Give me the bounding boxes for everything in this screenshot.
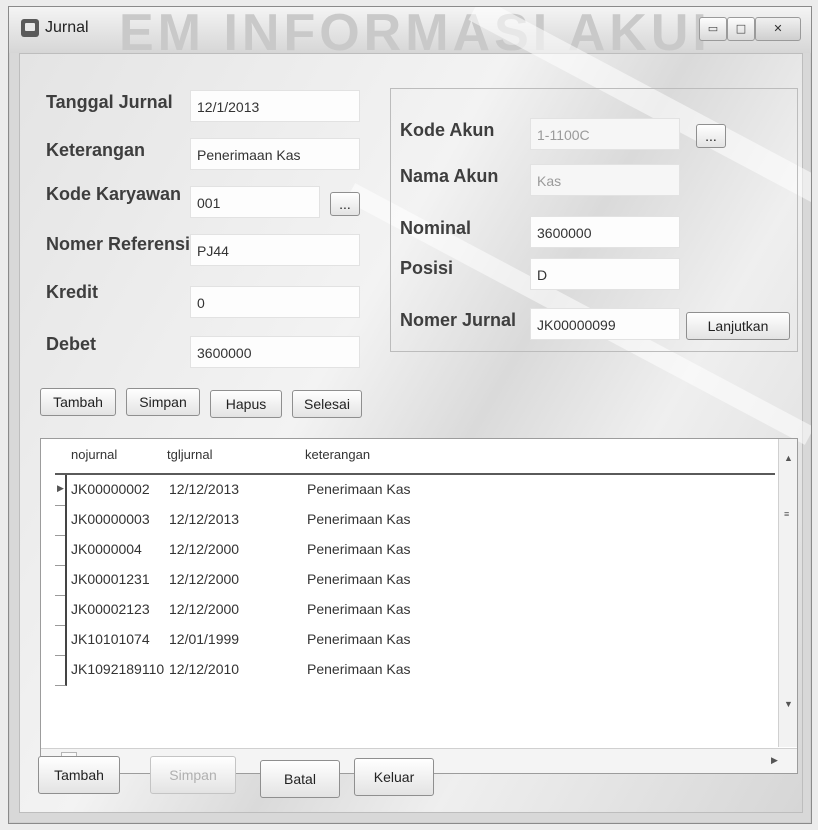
cell-tgljurnal[interactable]: 12/12/2000 <box>169 601 239 617</box>
tambah-detail-button[interactable]: Tambah <box>40 388 116 416</box>
row-header[interactable] <box>55 535 67 566</box>
cell-tgljurnal[interactable]: 12/12/2000 <box>169 541 239 557</box>
cell-nojurnal[interactable]: JK10101074 <box>71 631 150 647</box>
table-row[interactable]: JK1092189110 12/12/2010 Penerimaan Kas <box>41 655 781 686</box>
cell-tgljurnal[interactable]: 12/12/2010 <box>169 661 239 677</box>
nama-akun-field[interactable]: Kas <box>530 164 680 196</box>
kode-karyawan-field[interactable]: 001 <box>190 186 320 218</box>
tanggal-jurnal-field[interactable]: 12/1/2013 <box>190 90 360 122</box>
batal-button[interactable]: Batal <box>260 760 340 798</box>
cell-keterangan[interactable]: Penerimaan Kas <box>307 541 411 557</box>
label-tanggal-jurnal: Tanggal Jurnal <box>46 92 173 112</box>
tambah-button[interactable]: Tambah <box>38 756 120 794</box>
nominal-field[interactable]: 3600000 <box>530 216 680 248</box>
title-bar[interactable]: EM INFORMASI AKUI Jurnal ▭ □ ✕ <box>9 7 811 62</box>
label-kredit: Kredit <box>46 282 99 302</box>
label-nomer-jurnal: Nomer Jurnal <box>400 310 517 330</box>
row-header[interactable] <box>55 565 67 596</box>
label-kode-akun: Kode Akun <box>400 120 495 140</box>
cell-nojurnal[interactable]: JK0000004 <box>71 541 142 557</box>
simpan-detail-button[interactable]: Simpan <box>126 388 200 416</box>
label-nama-akun: Nama Akun <box>400 166 499 186</box>
table-row[interactable]: ▶ JK00000002 12/12/2013 Penerimaan Kas <box>41 475 781 506</box>
kode-akun-field[interactable]: 1-1100C <box>530 118 680 150</box>
row-header[interactable] <box>55 625 67 656</box>
cell-keterangan[interactable]: Penerimaan Kas <box>307 601 411 617</box>
label-nominal: Nominal <box>400 218 472 238</box>
cell-nojurnal[interactable]: JK00002123 <box>71 601 150 617</box>
keterangan-field[interactable]: Penerimaan Kas <box>190 138 360 170</box>
debet-field[interactable]: 3600000 <box>190 336 360 368</box>
column-header-tgljurnal[interactable]: tgljurnal <box>167 447 213 462</box>
scroll-right-icon[interactable]: ▶ <box>771 755 778 766</box>
table-row[interactable]: JK0000004 12/12/2000 Penerimaan Kas <box>41 535 781 566</box>
row-header[interactable] <box>55 505 67 536</box>
cell-nojurnal[interactable]: JK00001231 <box>71 571 150 587</box>
column-header-keterangan[interactable]: keterangan <box>305 447 370 462</box>
jurnal-grid[interactable]: nojurnal tgljurnal keterangan ▶ JK000000… <box>40 438 798 774</box>
vertical-scrollbar[interactable]: ▲ ≡ ▼ <box>778 439 797 747</box>
cell-keterangan[interactable]: Penerimaan Kas <box>307 511 411 527</box>
kredit-field[interactable]: 0 <box>190 286 360 318</box>
row-header[interactable] <box>55 595 67 626</box>
keluar-button[interactable]: Keluar <box>354 758 434 796</box>
posisi-field[interactable]: D <box>530 258 680 290</box>
table-row[interactable]: JK00000003 12/12/2013 Penerimaan Kas <box>41 505 781 536</box>
close-button[interactable]: ✕ <box>755 17 801 41</box>
scroll-down-icon[interactable]: ▼ <box>784 699 793 709</box>
cell-tgljurnal[interactable]: 12/12/2013 <box>169 511 239 527</box>
row-header[interactable] <box>55 655 67 686</box>
row-header[interactable]: ▶ <box>55 475 67 506</box>
label-debet: Debet <box>46 334 97 354</box>
client-area: Tanggal Jurnal 12/1/2013 Keterangan Pene… <box>19 7 811 813</box>
cell-nojurnal[interactable]: JK1092189110 <box>71 661 164 677</box>
cell-keterangan[interactable]: Penerimaan Kas <box>307 661 411 677</box>
table-row[interactable]: JK10101074 12/01/1999 Penerimaan Kas <box>41 625 781 656</box>
cell-keterangan[interactable]: Penerimaan Kas <box>307 481 411 497</box>
hapus-detail-button[interactable]: Hapus <box>210 390 282 418</box>
label-keterangan: Keterangan <box>46 140 146 160</box>
minimize-button[interactable]: ▭ <box>699 17 727 41</box>
current-row-marker: ▶ <box>57 483 64 493</box>
kode-karyawan-browse-button[interactable]: ... <box>330 192 360 216</box>
cell-nojurnal[interactable]: JK00000003 <box>71 511 150 527</box>
nomer-jurnal-field[interactable]: JK00000099 <box>530 308 680 340</box>
cell-keterangan[interactable]: Penerimaan Kas <box>307 571 411 587</box>
cell-keterangan[interactable]: Penerimaan Kas <box>307 631 411 647</box>
cell-tgljurnal[interactable]: 12/12/2000 <box>169 571 239 587</box>
cell-nojurnal[interactable]: JK00000002 <box>71 481 150 497</box>
app-icon <box>21 19 39 37</box>
maximize-button[interactable]: □ <box>727 17 755 41</box>
table-row[interactable]: JK00002123 12/12/2000 Penerimaan Kas <box>41 595 781 626</box>
kode-akun-browse-button[interactable]: ... <box>696 124 726 148</box>
table-row[interactable]: JK00001231 12/12/2000 Penerimaan Kas <box>41 565 781 596</box>
selesai-detail-button[interactable]: Selesai <box>292 390 362 418</box>
cell-tgljurnal[interactable]: 12/01/1999 <box>169 631 239 647</box>
column-header-nojurnal[interactable]: nojurnal <box>71 447 117 462</box>
label-kode-karyawan: Kode Karyawan <box>46 184 182 204</box>
simpan-button[interactable]: Simpan <box>150 756 236 794</box>
scroll-thumb-grip-icon[interactable]: ≡ <box>784 509 789 519</box>
label-posisi: Posisi <box>400 258 454 278</box>
jurnal-window: EM INFORMASI AKUI Jurnal ▭ □ ✕ Tanggal J… <box>8 6 812 824</box>
cell-tgljurnal[interactable]: 12/12/2013 <box>169 481 239 497</box>
nomer-referensi-field[interactable]: PJ44 <box>190 234 360 266</box>
window-title: Jurnal <box>45 19 89 36</box>
lanjutkan-button[interactable]: Lanjutkan <box>686 312 790 340</box>
scroll-up-icon[interactable]: ▲ <box>784 453 793 463</box>
label-nomer-referensi: Nomer Referensi <box>46 234 191 254</box>
